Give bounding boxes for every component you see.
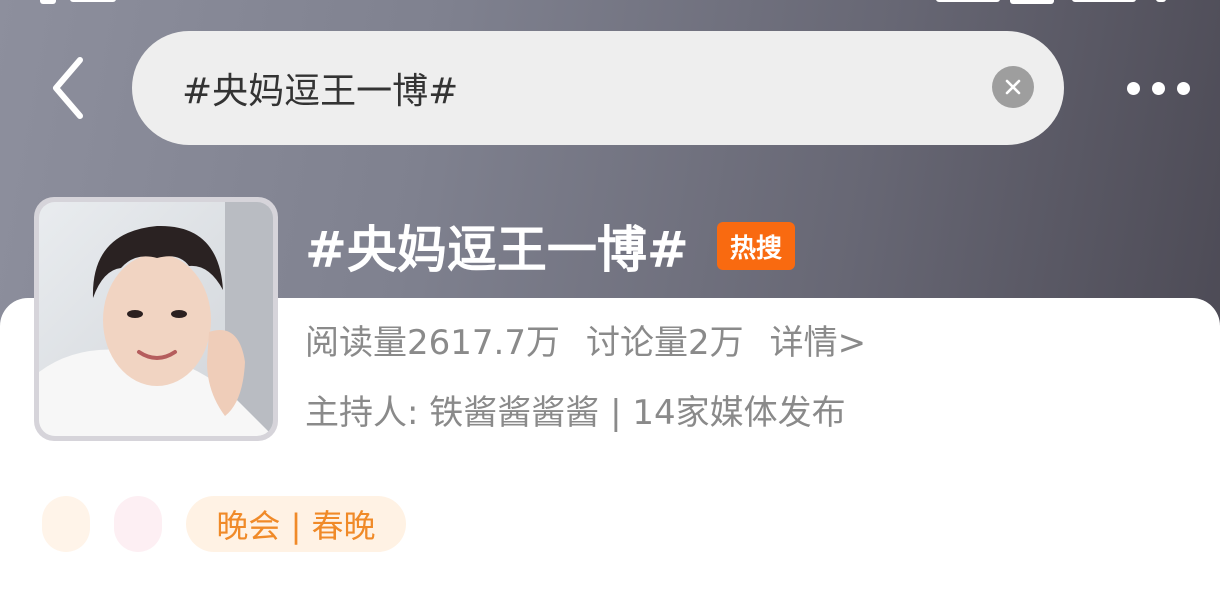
- tag-pill[interactable]: [114, 496, 162, 552]
- avatar-photo: [39, 202, 273, 436]
- clear-search-button[interactable]: [992, 66, 1034, 108]
- status-bar: [0, 0, 1220, 10]
- search-input[interactable]: [182, 61, 962, 115]
- search-bar[interactable]: [132, 31, 1064, 145]
- more-options-button[interactable]: [1118, 70, 1198, 106]
- close-icon: [1005, 79, 1021, 95]
- host-info: 主持人: 铁酱酱酱酱 | 14家媒体发布: [305, 393, 846, 433]
- read-count: 阅读量2617.7万: [305, 323, 560, 363]
- more-horizontal-icon: [1126, 81, 1140, 95]
- details-link[interactable]: 详情>: [770, 318, 867, 368]
- topic-title: #央妈逗王一博#: [305, 221, 689, 279]
- topic-avatar[interactable]: [34, 197, 278, 441]
- category-tag[interactable]: 晚会 | 春晚: [186, 496, 406, 552]
- tag-pill[interactable]: [42, 496, 90, 552]
- chevron-left-icon: [53, 57, 83, 119]
- hot-search-badge: 热搜: [717, 222, 795, 270]
- topic-stats: 阅读量2617.7万 讨论量2万 详情>: [305, 318, 866, 368]
- back-button[interactable]: [38, 56, 98, 120]
- discussion-count: 讨论量2万: [585, 323, 744, 363]
